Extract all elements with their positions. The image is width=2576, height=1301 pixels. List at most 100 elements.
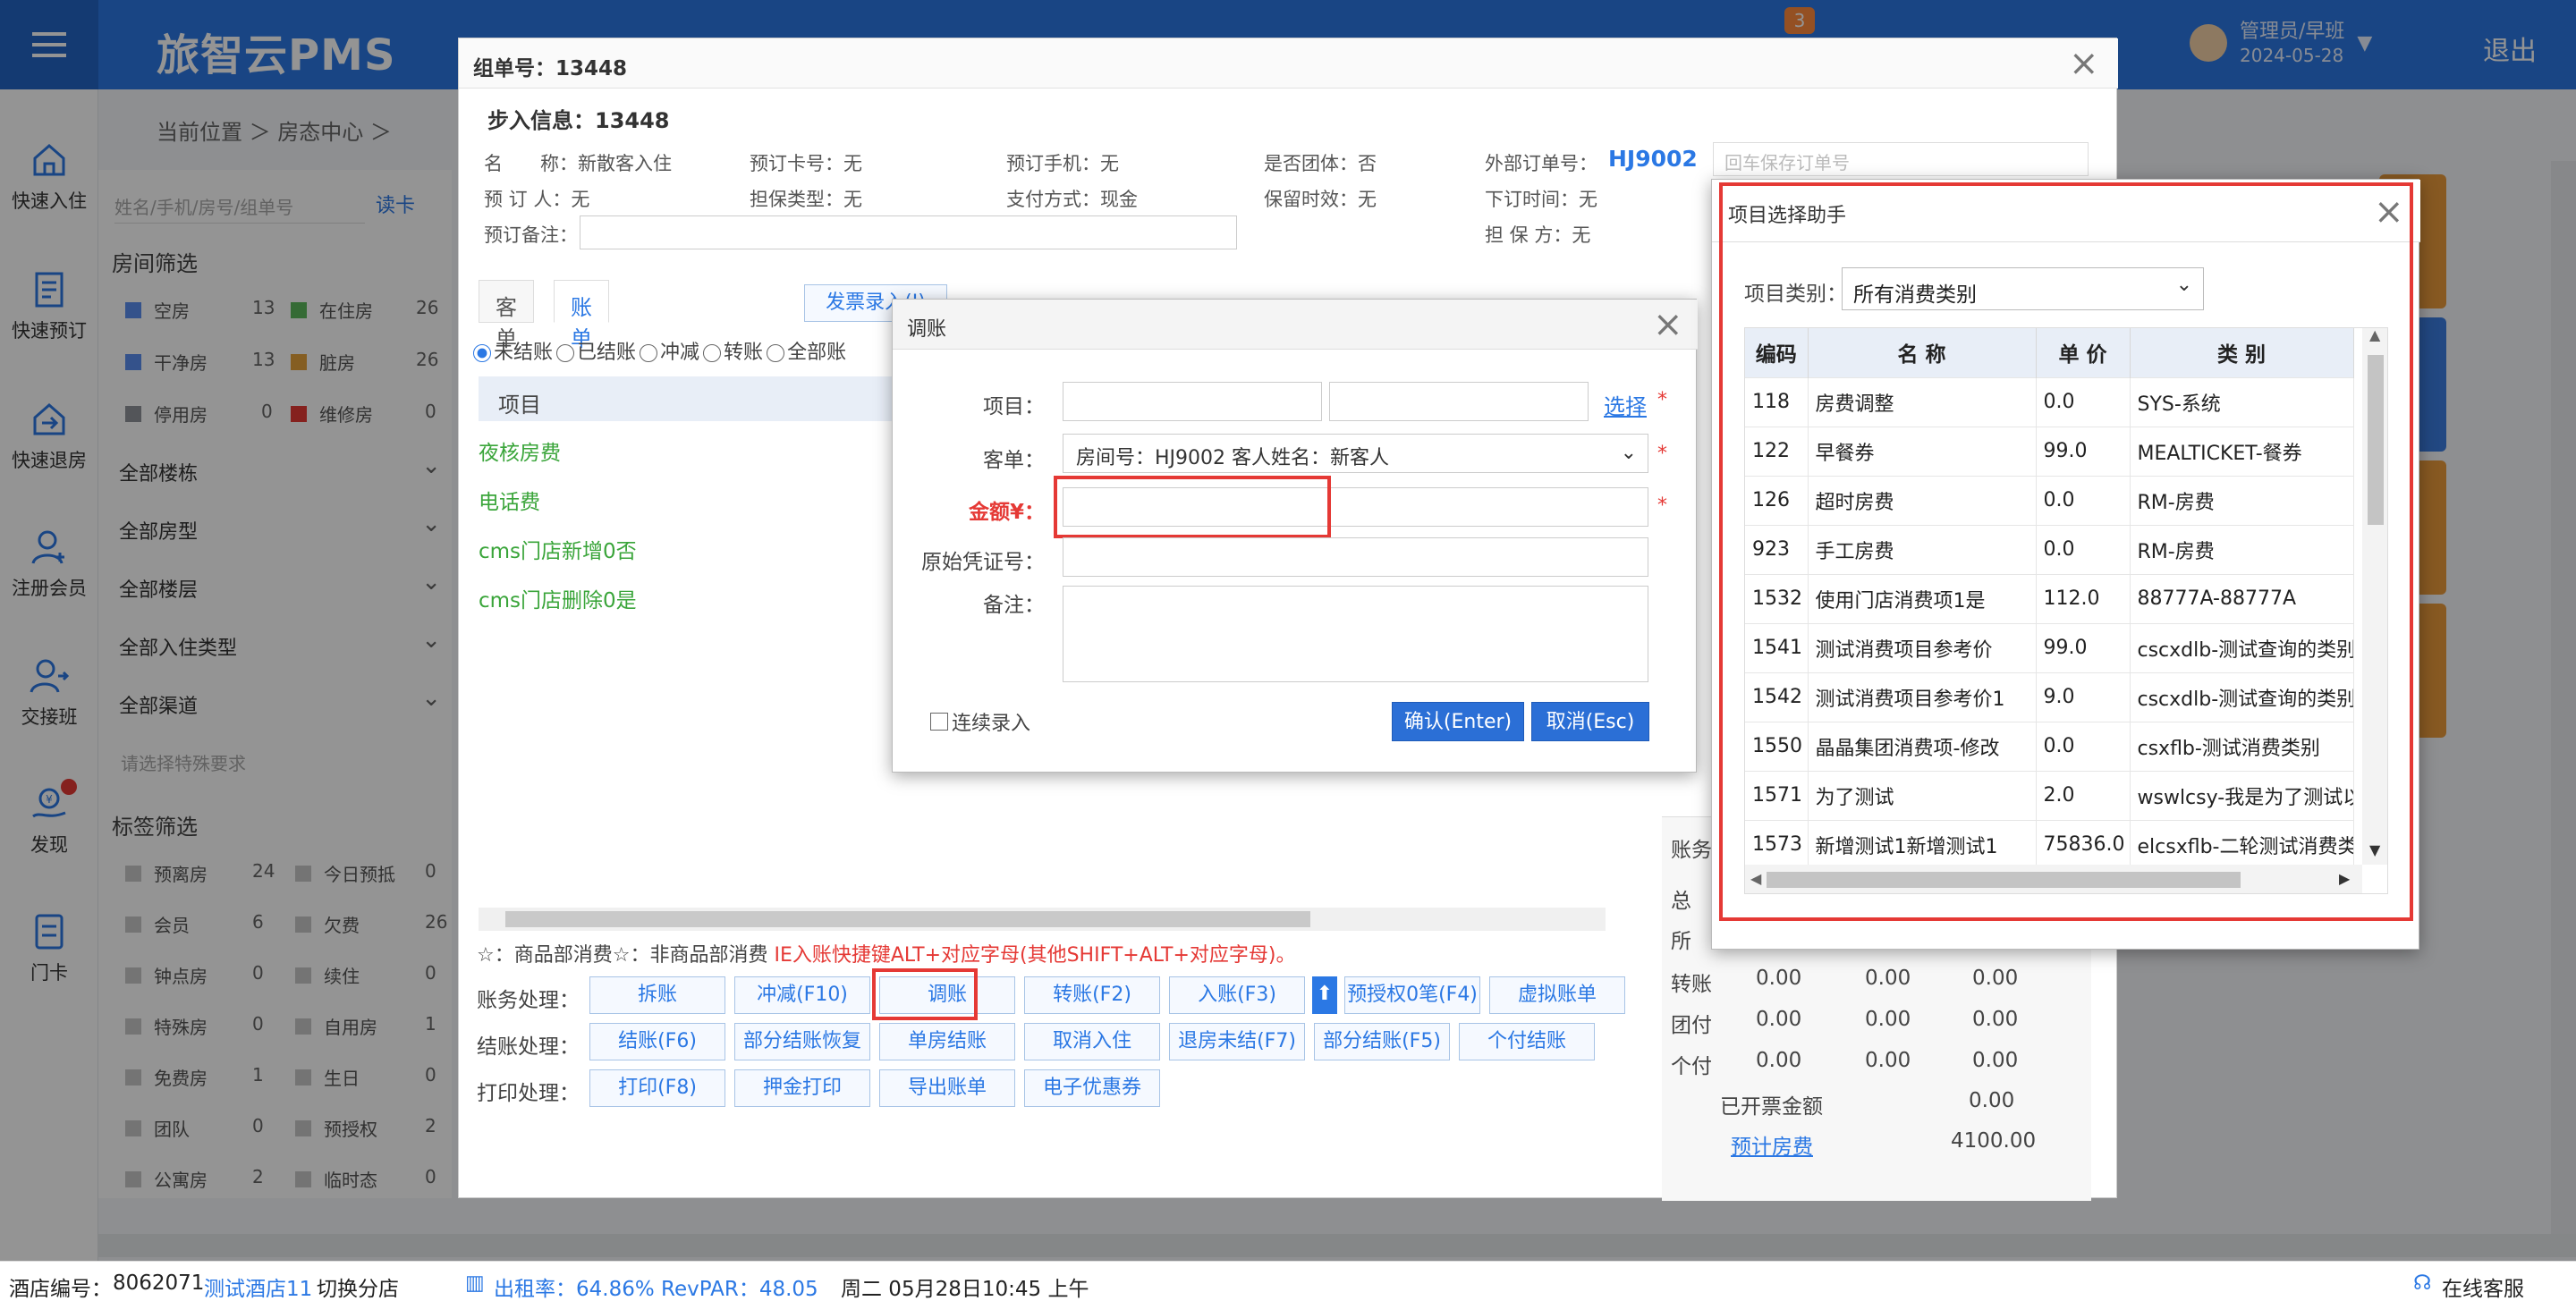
account-title: 账务 xyxy=(1671,839,1712,862)
remark-textarea[interactable] xyxy=(1063,586,1648,682)
ext-order-no: HJ9002 xyxy=(1608,146,1698,172)
info-hold: 保留时效：无 xyxy=(1264,189,1377,210)
summary-row-value: 0.00 xyxy=(1865,967,1911,990)
radio-all[interactable]: 全部账 xyxy=(767,336,846,365)
highlight-amount-input xyxy=(1054,476,1331,538)
table-row[interactable]: cms门店删除0是 xyxy=(479,583,637,613)
dialog-header: 组单号：13448 × xyxy=(459,38,2118,89)
summary-row-value: 0.00 xyxy=(1972,1008,2019,1031)
radio-settled[interactable]: 已结账 xyxy=(556,336,636,365)
table-row[interactable]: cms门店新增0否 xyxy=(479,534,637,564)
offset-button[interactable]: 冲减(F10) xyxy=(734,976,870,1014)
personal-checkout-button[interactable]: 个付结账 xyxy=(1459,1023,1595,1060)
summary-row-value: 0.00 xyxy=(1756,967,1802,990)
virtual-bill-button[interactable]: 虚拟账单 xyxy=(1489,976,1625,1014)
summary-row-value: 0.00 xyxy=(1756,1008,1802,1031)
radio-transfer[interactable]: 转账 xyxy=(703,336,763,365)
checkout-unsettled-button[interactable]: 退房未结(F7) xyxy=(1169,1023,1305,1060)
amount-label: 金额¥： xyxy=(968,501,1045,524)
required-mark: * xyxy=(1657,494,1667,517)
highlight-item-selector xyxy=(1719,182,2413,921)
dialog-title: 调账 xyxy=(907,318,947,341)
remark-input[interactable] xyxy=(580,215,1237,249)
bill-horizontal-scrollbar[interactable] xyxy=(479,908,1606,931)
guest-select[interactable]: 房间号：HJ9002 客人姓名：新客人 ⌄ xyxy=(1063,434,1648,473)
highlight-adjust-button xyxy=(872,968,978,1020)
ext-order-input[interactable]: 回车保存订单号 xyxy=(1713,142,2089,176)
single-room-checkout-button[interactable]: 单房结账 xyxy=(879,1023,1015,1060)
info-remark-label: 预订备注： xyxy=(484,224,578,246)
close-icon[interactable]: × xyxy=(2069,46,2099,81)
info-guarantee: 担保类型：无 xyxy=(750,189,862,210)
item-name-input[interactable] xyxy=(1329,382,1589,421)
op-label-accounting: 账务处理： xyxy=(477,989,580,1012)
guest-select-value: 房间号：HJ9002 客人姓名：新客人 xyxy=(1076,447,1390,469)
op-label-settlement: 结账处理： xyxy=(477,1035,580,1059)
adjust-bill-dialog: 调账 × 项目： 选择 * 客单： 房间号：HJ9002 客人姓名：新客人 ⌄ … xyxy=(892,299,1698,773)
guest-label: 客单： xyxy=(983,449,1045,472)
summary-row-value: 0.00 xyxy=(1972,1049,2019,1072)
info-phone: 预订手机：无 xyxy=(1006,153,1119,174)
cancel-button[interactable]: 取消(Esc) xyxy=(1531,702,1649,741)
tab-guest[interactable]: 客单 xyxy=(479,280,534,351)
confirm-button[interactable]: 确认(Enter) xyxy=(1392,702,1524,741)
cancel-checkin-button[interactable]: 取消入住 xyxy=(1024,1023,1160,1060)
invoiced-value: 0.00 xyxy=(1969,1089,2015,1112)
partial-restore-button[interactable]: 部分结账恢复 xyxy=(734,1023,870,1060)
arrow-up-icon[interactable]: ⬆ xyxy=(1312,976,1337,1014)
split-bill-button[interactable]: 拆账 xyxy=(589,976,725,1014)
deposit-print-button[interactable]: 押金打印 xyxy=(734,1069,870,1107)
current-datetime: 周二 05月28日10:45 上午 xyxy=(841,1278,1089,1301)
table-row[interactable]: 夜核房费 xyxy=(479,435,561,466)
preauth-button[interactable]: 预授权0笔(F4) xyxy=(1344,976,1480,1014)
dialog-title: 组单号：13448 xyxy=(473,57,628,80)
export-bill-button[interactable]: 导出账单 xyxy=(879,1069,1015,1107)
online-service-link[interactable]: 在线客服 xyxy=(2442,1271,2524,1301)
summary-row-value: 0.00 xyxy=(1972,967,2019,990)
partial-checkout-button[interactable]: 部分结账(F5) xyxy=(1314,1023,1450,1060)
info-ext-label: 外部订单号： xyxy=(1485,153,1597,174)
summary-row-label: 团付 xyxy=(1671,1014,1712,1037)
bar-chart-icon: ▥ xyxy=(465,1271,485,1295)
bill-filter-radios: 未结账 已结账 冲减 转账 全部账 xyxy=(473,336,846,365)
tab-bill[interactable]: 账单 xyxy=(554,280,609,351)
checkout-button[interactable]: 结账(F6) xyxy=(589,1023,725,1060)
post-charge-button[interactable]: 入账(F3) xyxy=(1169,976,1305,1014)
info-card-no: 预订卡号：无 xyxy=(750,153,862,174)
info-order-time: 下订时间：无 xyxy=(1485,189,1597,210)
info-booker: 预 订 人：无 xyxy=(484,189,590,210)
required-mark: * xyxy=(1657,389,1667,411)
hotel-no-label: 酒店编号： xyxy=(9,1278,112,1301)
summary-row-label: 转账 xyxy=(1671,973,1712,996)
choose-item-link[interactable]: 选择 xyxy=(1604,389,1647,420)
forecast-room-fee-link[interactable]: 预计房费 xyxy=(1731,1129,1813,1160)
remark-label: 备注： xyxy=(983,594,1045,617)
chevron-down-icon: ⌄ xyxy=(1620,442,1637,464)
voucher-input[interactable] xyxy=(1063,537,1648,577)
info-is-group: 是否团体：否 xyxy=(1264,153,1377,174)
e-coupon-button[interactable]: 电子优惠券 xyxy=(1024,1069,1160,1107)
transfer-button[interactable]: 转账(F2) xyxy=(1024,976,1160,1014)
radio-unsettled[interactable]: 未结账 xyxy=(473,336,553,365)
headset-icon: ☊ xyxy=(2413,1271,2432,1295)
occupancy-stats: 出租率：64.86% RevPAR：48.05 xyxy=(494,1278,818,1301)
print-button[interactable]: 打印(F8) xyxy=(589,1069,725,1107)
hotel-name-link[interactable]: 测试酒店11 xyxy=(204,1271,312,1301)
table-row[interactable]: 电话费 xyxy=(479,485,540,515)
info-name: 名 称：新散客入住 xyxy=(484,153,672,174)
voucher-label: 原始凭证号： xyxy=(921,551,1045,574)
item-code-input[interactable] xyxy=(1063,382,1322,421)
walkin-info-title: 步入信息：13448 xyxy=(487,108,670,133)
required-mark: * xyxy=(1657,443,1667,465)
item-label: 项目： xyxy=(983,395,1045,418)
status-bar: 酒店编号： 8062071 测试酒店11 切换分店 ▥ 出租率：64.86% R… xyxy=(0,1261,2576,1301)
switch-branch-button[interactable]: 切换分店 xyxy=(317,1271,399,1301)
radio-offset[interactable]: 冲减 xyxy=(640,336,699,365)
info-payment: 支付方式：现金 xyxy=(1006,189,1138,210)
summary-row-value: 0.00 xyxy=(1865,1049,1911,1072)
summary-row-value: 0.00 xyxy=(1756,1049,1802,1072)
op-label-print: 打印处理： xyxy=(477,1082,580,1105)
continuous-entry-checkbox[interactable]: 连续录入 xyxy=(930,707,1030,736)
close-icon[interactable]: × xyxy=(1653,307,1683,342)
shortcut-hint: ☆：商品部消费☆：非商品部消费 IE入账快捷键ALT+对应字母(其他SHIFT+… xyxy=(477,944,1296,967)
